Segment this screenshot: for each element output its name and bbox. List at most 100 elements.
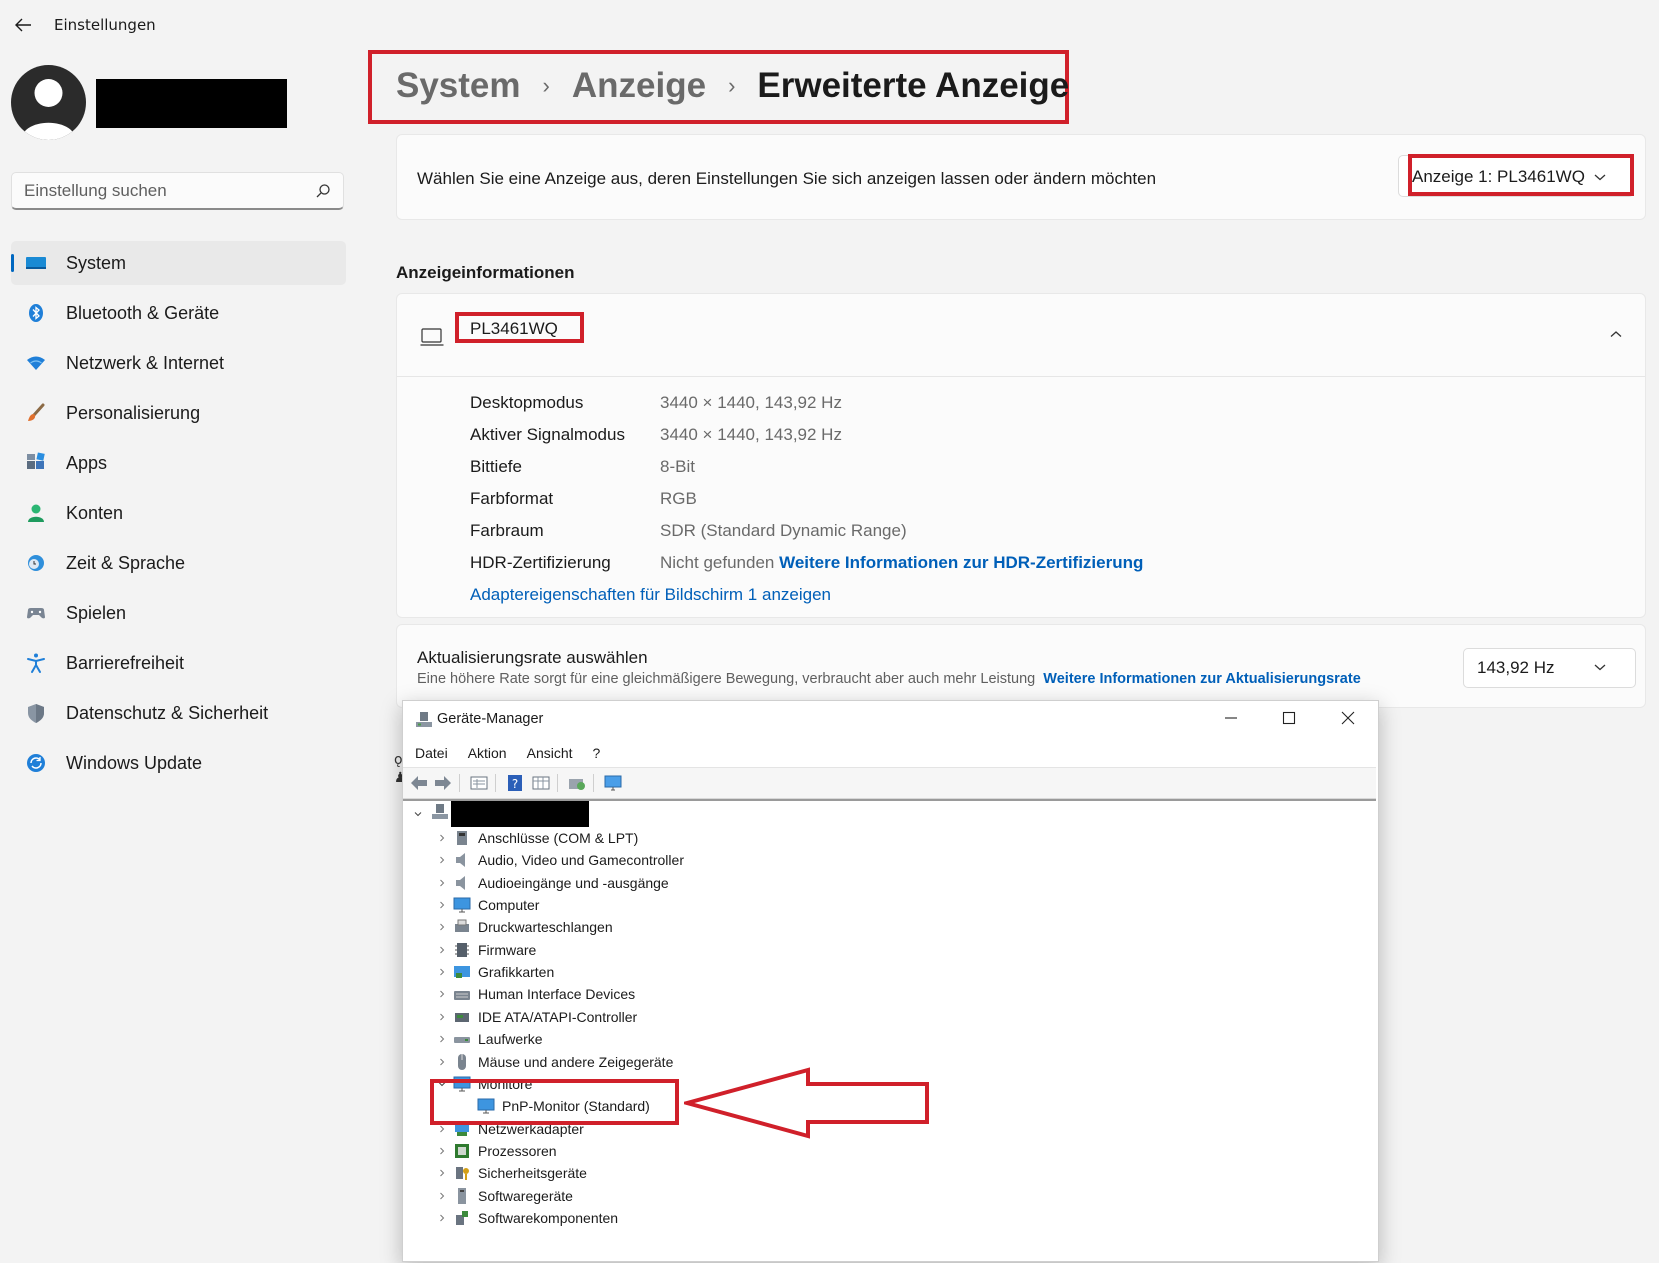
software-device-icon (458, 1187, 466, 1204)
chevron-right-icon[interactable] (438, 990, 446, 998)
info-value: RGB (660, 489, 697, 508)
tree-category[interactable]: Druckwarteschlangen (440, 916, 613, 938)
chevron-right-icon[interactable] (438, 1013, 446, 1021)
search-box[interactable] (11, 172, 344, 210)
menu-ansicht[interactable]: Ansicht (527, 745, 573, 761)
properties-view-icon[interactable] (469, 773, 489, 793)
monitor-icon[interactable] (603, 773, 623, 793)
clock-globe-icon (28, 555, 44, 571)
adapter-properties-link[interactable]: Adaptereigenschaften für Bildschirm 1 an… (470, 585, 831, 605)
tree-category[interactable]: Sicherheitsgeräte (440, 1162, 587, 1184)
tree-category[interactable]: Laufwerke (440, 1028, 543, 1050)
chevron-down-icon[interactable] (1593, 172, 1607, 182)
close-icon[interactable] (1340, 710, 1356, 726)
tree-category[interactable]: Softwarekomponenten (440, 1207, 618, 1229)
chevron-right-icon[interactable] (438, 1214, 446, 1222)
sidebar-item-spielen[interactable]: Spielen (11, 591, 346, 635)
brush-icon (28, 403, 45, 421)
software-component-icon (456, 1210, 468, 1225)
chevron-up-icon[interactable] (1609, 329, 1623, 339)
chevron-right-icon[interactable] (438, 879, 446, 887)
sidebar-item-barrierefreiheit[interactable]: Barrierefreiheit (11, 641, 346, 685)
chevron-right-icon[interactable] (438, 923, 446, 931)
help-icon[interactable]: ? (505, 773, 525, 793)
chevron-down-icon[interactable] (1593, 662, 1607, 672)
info-label: Desktopmodus (470, 393, 584, 412)
refresh-rate-value[interactable]: 143,92 Hz (1477, 658, 1555, 678)
drive-icon (454, 1037, 470, 1044)
info-value: 3440 × 1440, 143,92 Hz (660, 393, 842, 412)
tree-category[interactable]: Human Interface Devices (440, 983, 635, 1005)
sidebar-item-network[interactable]: Netzwerk & Internet (11, 341, 346, 385)
minimize-icon[interactable] (1223, 710, 1239, 726)
menu-aktion[interactable]: Aktion (468, 745, 507, 761)
chevron-right-icon[interactable] (438, 1035, 446, 1043)
tree-category[interactable]: Prozessoren (440, 1140, 557, 1162)
menu-help[interactable]: ? (593, 745, 601, 761)
speaker-icon (456, 875, 465, 890)
refresh-rate-info-link[interactable]: Weitere Informationen zur Aktualisierung… (1043, 671, 1360, 687)
search-icon[interactable] (315, 183, 331, 199)
hdr-info-link[interactable]: Weitere Informationen zur HDR-Zertifizie… (779, 553, 1143, 572)
sidebar-item-system[interactable]: System (11, 241, 346, 285)
toolbar: ? (403, 767, 1376, 799)
chevron-right-icon[interactable] (438, 946, 446, 954)
app-title: Einstellungen (54, 16, 156, 34)
chevron-right-icon[interactable] (438, 968, 446, 976)
forward-arrow-icon[interactable] (433, 773, 453, 793)
tree-category[interactable]: Audioeingänge und -ausgänge (440, 872, 669, 894)
display-dropdown-value[interactable]: Anzeige 1: PL3461WQ (1412, 167, 1585, 187)
sidebar-item-apps[interactable]: Apps (11, 441, 346, 485)
sidebar-item-label: Personalisierung (66, 403, 201, 423)
tree-item-label: Firmware (478, 941, 537, 958)
maximize-icon[interactable] (1281, 710, 1297, 726)
tree-category[interactable]: Anschlüsse (COM & LPT) (440, 827, 638, 849)
refresh-rate-desc-text: Eine höhere Rate sorgt für eine gleichmä… (417, 671, 1036, 687)
sidebar-item-zeit[interactable]: Zeit & Sprache (11, 541, 346, 585)
sidebar-item-personalisierung[interactable]: Personalisierung (11, 391, 346, 435)
sidebar-item-label: Windows Update (66, 753, 203, 773)
chevron-right-icon[interactable] (438, 1125, 446, 1133)
chevron-down-icon[interactable] (414, 810, 422, 818)
breadcrumb-separator: › (728, 73, 736, 98)
tree-item-label: Laufwerke (478, 1031, 543, 1048)
table-view-icon[interactable] (531, 773, 551, 793)
tree-category[interactable]: Grafikkarten (440, 961, 554, 983)
sidebar-item-label: Apps (66, 453, 108, 473)
breadcrumb-system[interactable]: System (396, 66, 521, 106)
chevron-right-icon[interactable] (438, 1147, 446, 1155)
tree-category[interactable]: IDE ATA/ATAPI-Controller (440, 1006, 637, 1028)
device-manager-title: Geräte-Manager (437, 711, 544, 727)
computer-icon (453, 897, 471, 913)
accessibility-icon (27, 653, 45, 673)
red-arrow-icon (684, 1067, 929, 1139)
scan-hardware-icon[interactable] (567, 773, 587, 793)
chevron-right-icon[interactable] (438, 901, 446, 909)
chevron-right-icon[interactable] (438, 834, 446, 842)
divider (397, 376, 1645, 377)
chevron-right-icon[interactable] (438, 1058, 446, 1066)
tree-category[interactable]: Computer (440, 894, 540, 916)
chevron-right-icon[interactable] (438, 1192, 446, 1200)
sidebar-item-konten[interactable]: Konten (11, 491, 346, 535)
avatar[interactable] (11, 65, 86, 140)
back-arrow-icon[interactable] (12, 14, 34, 36)
tree-category[interactable]: Firmware (440, 939, 537, 961)
tree-category[interactable]: Mäuse und andere Zeigegeräte (440, 1051, 673, 1073)
tree-category[interactable]: Audio, Video und Gamecontroller (440, 849, 684, 871)
sidebar-item-bluetooth[interactable]: Bluetooth & Geräte (11, 291, 346, 335)
breadcrumb-anzeige[interactable]: Anzeige (572, 66, 706, 106)
back-arrow-icon[interactable] (409, 773, 429, 793)
monitor-icon (420, 328, 444, 346)
bluetooth-icon (29, 304, 43, 322)
search-input[interactable] (24, 179, 304, 203)
sidebar-nav: System Bluetooth & Geräte Netzwerk & Int… (11, 241, 346, 791)
chevron-right-icon[interactable] (438, 1169, 446, 1177)
sidebar-item-windows-update[interactable]: Windows Update (11, 741, 346, 785)
chevron-right-icon[interactable] (438, 856, 446, 864)
menu-bar: Datei Aktion Ansicht ? (415, 745, 600, 761)
tree-item-label: Computer (478, 897, 540, 914)
sidebar-item-datenschutz[interactable]: Datenschutz & Sicherheit (11, 691, 346, 735)
tree-category[interactable]: Softwaregeräte (440, 1185, 573, 1207)
menu-datei[interactable]: Datei (415, 745, 448, 761)
